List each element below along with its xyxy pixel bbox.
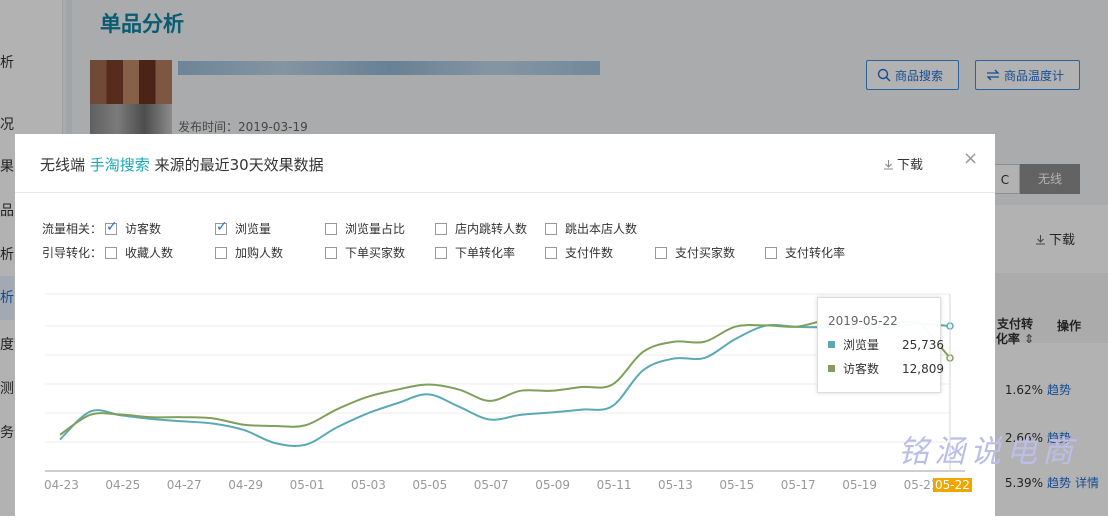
- x-tick-label: 05-13: [658, 478, 693, 492]
- x-tick-label: 05-03: [351, 478, 386, 492]
- x-tick-label: 04-27: [166, 478, 202, 492]
- checkbox-bounce-out[interactable]: 跳出本店人数: [545, 220, 637, 237]
- checkbox-icon[interactable]: [545, 222, 557, 235]
- modal-title: 无线端 手淘搜索 来源的最近30天效果数据: [40, 154, 324, 175]
- modal-title-prefix: 无线端: [40, 156, 86, 174]
- close-icon[interactable]: ×: [963, 148, 978, 169]
- checkbox-icon[interactable]: [105, 219, 118, 235]
- x-tick-label: 05-17: [780, 478, 816, 492]
- checkbox-icon[interactable]: [435, 222, 447, 235]
- x-tick-label: 05-22: [933, 478, 972, 492]
- checkbox-favorites[interactable]: 收藏人数: [105, 244, 173, 261]
- modal-title-source: 手淘搜索: [89, 156, 150, 174]
- checkbox-pay-rate[interactable]: 支付转化率: [765, 244, 845, 261]
- x-tick-label: 04-25: [105, 478, 141, 492]
- x-tick-label: 04-23: [44, 478, 79, 492]
- conversion-filter-label: 引导转化：: [42, 246, 103, 260]
- checkbox-icon[interactable]: [325, 222, 337, 235]
- checkbox-pay-buyers[interactable]: 支付买家数: [655, 244, 735, 261]
- x-tick-label: 05-11: [596, 478, 632, 492]
- modal-title-suffix: 来源的最近30天效果数据: [154, 156, 324, 174]
- checkbox-icon[interactable]: [765, 246, 777, 259]
- checkbox-pageview-share[interactable]: 浏览量占比: [325, 220, 405, 237]
- checkbox-icon[interactable]: [435, 246, 447, 259]
- checkbox-visitors[interactable]: 访客数: [105, 219, 161, 237]
- modal-header: 无线端 手淘搜索 来源的最近30天效果数据 下载 ×: [15, 134, 995, 193]
- checkbox-icon[interactable]: [215, 246, 227, 259]
- checkbox-pay-items[interactable]: 支付件数: [545, 244, 613, 261]
- x-tick-label: 05-09: [535, 478, 571, 492]
- checkbox-icon[interactable]: [105, 246, 117, 259]
- modal-download-button[interactable]: 下载: [883, 154, 923, 173]
- series-visitors-line: [59, 319, 920, 436]
- x-tick-label: 05-05: [412, 478, 448, 492]
- watermark-text: 铭涵说电商: [898, 434, 1078, 470]
- tooltip-row-pageviews: 浏览量 25,736: [828, 336, 944, 353]
- checkbox-add-to-cart[interactable]: 加购人数: [215, 244, 283, 261]
- legend-swatch: [828, 365, 835, 372]
- checkbox-icon[interactable]: [545, 246, 557, 259]
- x-tick-label: 05-01: [289, 478, 325, 492]
- legend-swatch: [828, 341, 835, 348]
- checkbox-icon[interactable]: [215, 219, 228, 235]
- checkbox-order-rate[interactable]: 下单转化率: [435, 244, 515, 261]
- checkbox-order-buyers[interactable]: 下单买家数: [325, 244, 405, 261]
- checkbox-icon[interactable]: [655, 246, 667, 259]
- tooltip-date: 2019-05-22: [828, 314, 898, 328]
- traffic-filter-label: 流量相关：: [42, 222, 103, 236]
- x-tick-label: 05-19: [842, 478, 878, 492]
- x-tick-label: 04-29: [228, 478, 264, 492]
- x-tick-label: 05-07: [473, 478, 509, 492]
- checkbox-pageviews[interactable]: 浏览量: [215, 219, 271, 237]
- series-pageviews-line: [59, 322, 920, 447]
- x-tick-label: 05-15: [719, 478, 755, 492]
- checkbox-icon[interactable]: [325, 246, 337, 259]
- tooltip-row-visitors: 访客数 12,809: [828, 360, 944, 377]
- chart-tooltip: 2019-05-22 浏览量 25,736 访客数 12,809: [817, 297, 944, 393]
- trend-modal: 无线端 手淘搜索 来源的最近30天效果数据 下载 × 流量相关： 访客数 浏览量…: [15, 134, 995, 524]
- modal-download-label: 下载: [897, 158, 924, 173]
- download-icon: [884, 160, 893, 170]
- checkbox-store-jumps[interactable]: 店内跳转人数: [435, 220, 527, 237]
